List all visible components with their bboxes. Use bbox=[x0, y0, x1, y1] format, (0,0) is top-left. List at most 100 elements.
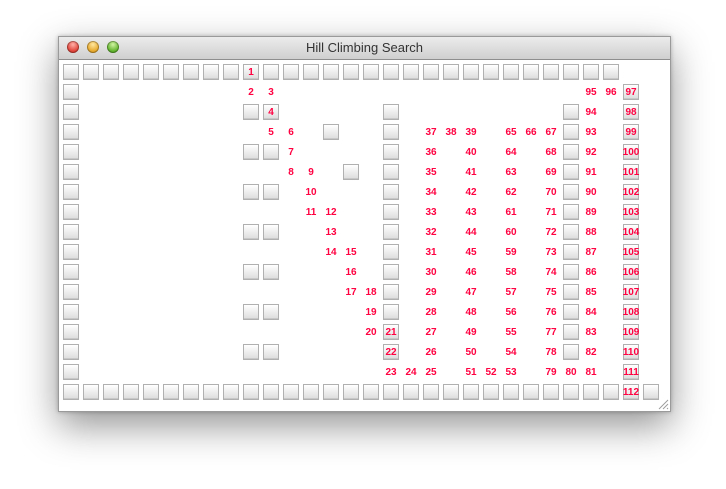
path-step: 31 bbox=[425, 246, 437, 258]
path-step: 11 bbox=[305, 206, 317, 218]
path-step: 10 bbox=[305, 186, 317, 198]
wall-cell bbox=[221, 62, 241, 82]
wall-cell bbox=[441, 62, 461, 82]
wall-cell bbox=[241, 302, 261, 322]
wall-cell bbox=[541, 62, 561, 82]
wall-cell bbox=[61, 282, 81, 302]
path-step: 106 bbox=[622, 266, 640, 278]
path-step: 73 bbox=[545, 246, 557, 258]
path-step: 82 bbox=[585, 346, 597, 358]
wall-cell bbox=[261, 302, 281, 322]
path-step: 19 bbox=[365, 306, 377, 318]
path-step: 81 bbox=[585, 366, 597, 378]
path-step: 20 bbox=[365, 326, 377, 338]
path-step: 17 bbox=[345, 286, 357, 298]
wall-cell bbox=[381, 302, 401, 322]
path-step: 30 bbox=[425, 266, 437, 278]
wall-cell bbox=[161, 62, 181, 82]
wall-cell bbox=[261, 342, 281, 362]
path-step: 7 bbox=[288, 146, 294, 158]
path-step: 79 bbox=[545, 366, 557, 378]
wall-cell bbox=[221, 382, 241, 402]
path-step: 102 bbox=[622, 186, 640, 198]
path-step: 50 bbox=[465, 346, 477, 358]
path-step: 41 bbox=[465, 166, 477, 178]
path-step: 68 bbox=[545, 146, 557, 158]
wall-cell bbox=[541, 382, 561, 402]
wall-cell bbox=[321, 382, 341, 402]
path-step: 80 bbox=[565, 366, 577, 378]
path-step: 72 bbox=[545, 226, 557, 238]
path-step: 29 bbox=[425, 286, 437, 298]
wall-cell bbox=[61, 382, 81, 402]
path-step: 36 bbox=[425, 146, 437, 158]
wall-cell bbox=[481, 382, 501, 402]
wall-cell bbox=[401, 62, 421, 82]
path-step: 74 bbox=[545, 266, 557, 278]
path-step: 39 bbox=[465, 126, 477, 138]
path-step: 110 bbox=[622, 346, 640, 358]
path-step: 45 bbox=[465, 246, 477, 258]
path-step: 49 bbox=[465, 326, 477, 338]
wall-cell bbox=[61, 362, 81, 382]
wall-cell bbox=[421, 382, 441, 402]
path-step: 52 bbox=[485, 366, 497, 378]
wall-cell bbox=[601, 382, 621, 402]
path-step: 54 bbox=[505, 346, 517, 358]
wall-cell bbox=[261, 142, 281, 162]
wall-cell bbox=[361, 62, 381, 82]
wall-cell bbox=[521, 382, 541, 402]
app-window: Hill Climbing Search 1 2 3 4 5 6 7 8 9 10 11 12 13 14… bbox=[58, 36, 671, 412]
wall-cell bbox=[441, 382, 461, 402]
resize-grip-icon[interactable] bbox=[657, 398, 669, 410]
wall-cell bbox=[401, 382, 421, 402]
wall-cell bbox=[521, 62, 541, 82]
wall-cell bbox=[261, 382, 281, 402]
path-step: 98 bbox=[625, 106, 637, 118]
wall-cell bbox=[61, 102, 81, 122]
path-step: 40 bbox=[465, 146, 477, 158]
path-step: 51 bbox=[465, 366, 477, 378]
path-step: 66 bbox=[525, 126, 537, 138]
wall-cell bbox=[381, 382, 401, 402]
wall-cell bbox=[381, 242, 401, 262]
path-step: 77 bbox=[545, 326, 557, 338]
path-step: 32 bbox=[425, 226, 437, 238]
path-step: 53 bbox=[505, 366, 517, 378]
wall-cell bbox=[561, 262, 581, 282]
wall-cell bbox=[581, 382, 601, 402]
path-step: 93 bbox=[585, 126, 597, 138]
wall-cell bbox=[561, 162, 581, 182]
path-step: 44 bbox=[465, 226, 477, 238]
path-step: 109 bbox=[622, 326, 640, 338]
wall-cell bbox=[341, 62, 361, 82]
wall-cell bbox=[341, 162, 361, 182]
path-step: 63 bbox=[505, 166, 517, 178]
path-step: 27 bbox=[425, 326, 437, 338]
wall-cell bbox=[61, 202, 81, 222]
path-step: 15 bbox=[345, 246, 357, 258]
path-step: 1 bbox=[248, 66, 254, 78]
wall-cell bbox=[61, 242, 81, 262]
wall-cell bbox=[61, 62, 81, 82]
path-step: 104 bbox=[622, 226, 640, 238]
path-step: 55 bbox=[505, 326, 517, 338]
wall-cell bbox=[261, 262, 281, 282]
wall-cell bbox=[561, 322, 581, 342]
maze-grid: 1 2 3 4 5 6 7 8 9 10 11 12 13 14 15 16 17 18 19 20 21 22 23 24 2… bbox=[59, 60, 670, 411]
path-step: 37 bbox=[425, 126, 437, 138]
path-step: 96 bbox=[605, 86, 617, 98]
wall-cell bbox=[61, 342, 81, 362]
window-title: Hill Climbing Search bbox=[305, 40, 424, 55]
title-bar[interactable]: Hill Climbing Search bbox=[59, 37, 670, 60]
path-step: 65 bbox=[505, 126, 517, 138]
wall-cell bbox=[501, 62, 521, 82]
path-step: 3 bbox=[268, 86, 274, 98]
path-step: 48 bbox=[465, 306, 477, 318]
path-step: 8 bbox=[288, 166, 294, 178]
wall-cell bbox=[241, 382, 261, 402]
wall-cell bbox=[301, 382, 321, 402]
wall-cell bbox=[101, 382, 121, 402]
path-step: 59 bbox=[505, 246, 517, 258]
path-step: 101 bbox=[622, 166, 640, 178]
